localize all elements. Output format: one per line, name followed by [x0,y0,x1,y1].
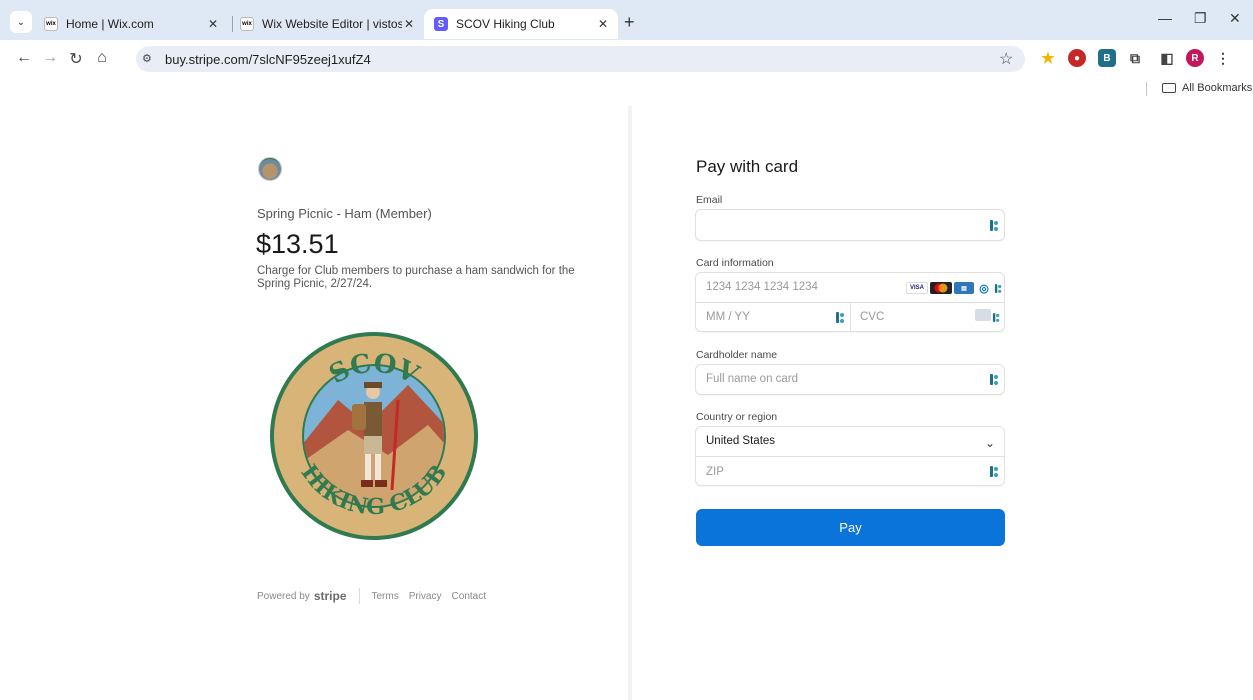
scov-hiking-club-badge: SCOV HIKING CLUB [270,332,478,540]
amex-icon: ▤ [954,282,974,294]
close-icon[interactable]: ✕ [208,17,218,31]
chevron-down-icon: ⌄ [16,16,26,28]
product-description: Charge for Club members to purchase a ha… [257,265,575,290]
new-tab-button[interactable]: + [624,12,635,33]
merchant-logo [258,157,282,181]
email-label: Email [696,194,723,206]
terms-link[interactable]: Terms [372,591,399,602]
extension-b-icon[interactable]: B [1098,49,1116,67]
profile-avatar[interactable]: R [1186,49,1204,67]
forward-button[interactable]: → [40,49,60,67]
cvc-card-icon [975,309,991,321]
mastercard-icon [930,282,952,294]
autofill-icon[interactable] [990,220,999,231]
folder-icon [1162,83,1176,93]
visa-icon: VISA [906,282,928,294]
panel-divider [628,106,632,700]
autofill-icon[interactable] [990,466,999,477]
card-info-label: Card information [696,257,774,269]
tab-home-wix[interactable]: wix Home | Wix.com ✕ [44,9,228,39]
checkout-footer: Powered by stripe Terms Privacy Contact [257,588,496,604]
product-price: $13.51 [256,229,339,259]
reload-button[interactable]: ↻ [66,49,86,69]
pay-button[interactable]: Pay [696,509,1005,546]
url-text[interactable]: buy.stripe.com/7slcNF95zeej1xufZ4 [165,52,371,67]
close-icon[interactable]: ✕ [598,17,608,31]
autofill-icon[interactable] [990,374,999,385]
tab-search-button[interactable]: ⌄ [10,11,32,33]
bookmark-star-icon[interactable]: ☆ [999,49,1013,69]
autofill-icon[interactable] [992,313,1000,322]
address-divider [696,456,1005,457]
tab-label: Home | Wix.com [66,17,154,31]
wix-favicon-icon: wix [44,17,58,31]
minimize-button[interactable]: — [1158,10,1172,26]
puzzle-icon[interactable]: ⧉ [1126,49,1144,67]
footer-separator [358,588,360,604]
bookmarks-bar [0,76,1253,100]
zip-input[interactable]: ZIP [706,466,724,478]
cardholder-label: Cardholder name [696,349,778,361]
product-name: Spring Picnic - Ham (Member) [257,206,432,221]
diners-icon: ◎ [977,282,991,295]
contact-link[interactable]: Contact [452,591,486,602]
pay-button-label: Pay [839,520,862,535]
site-info-icon[interactable]: ⚙ [142,52,152,65]
restore-button[interactable]: ❐ [1194,10,1207,27]
autofill-icon[interactable] [994,284,1002,293]
stripe-logo[interactable]: stripe [314,589,347,603]
tab-separator [232,16,233,32]
card-number-input[interactable]: 1234 1234 1234 1234 [706,281,818,293]
tab-label: SCOV Hiking Club [456,17,555,31]
expiry-input[interactable]: MM / YY [706,311,750,323]
extension-icon[interactable]: ● [1068,49,1086,67]
bookmarks-separator [1146,82,1147,96]
autofill-icon[interactable] [836,312,845,323]
close-window-button[interactable]: ✕ [1229,10,1241,27]
form-title: Pay with card [696,157,799,176]
tab-label: Wix Website Editor | vistosohiki [262,17,402,31]
card-divider-vertical [850,302,851,332]
email-field[interactable] [695,209,1005,241]
powered-by-text: Powered by [257,590,310,602]
stripe-favicon-icon: S [434,17,448,31]
star-extension-icon[interactable]: ★ [1039,49,1057,67]
chevron-down-icon[interactable]: ⌄ [985,436,995,450]
side-panel-icon[interactable]: ◧ [1158,49,1176,67]
tab-wix-editor[interactable]: wix Wix Website Editor | vistosohiki ✕ [240,9,424,39]
close-icon[interactable]: ✕ [404,17,414,31]
home-button[interactable]: ⌂ [92,49,112,67]
country-label: Country or region [696,411,778,423]
back-button[interactable]: ← [14,49,34,67]
menu-icon[interactable]: ⋮ [1214,49,1232,67]
privacy-link[interactable]: Privacy [409,591,442,602]
all-bookmarks-button[interactable]: All Bookmarks [1182,82,1252,94]
cvc-input[interactable]: CVC [860,311,884,323]
wix-favicon-icon: wix [240,17,254,31]
country-select[interactable]: United States [706,435,775,447]
cardholder-placeholder: Full name on card [706,373,799,385]
tab-scov-hiking-club[interactable]: S SCOV Hiking Club ✕ [424,9,618,39]
